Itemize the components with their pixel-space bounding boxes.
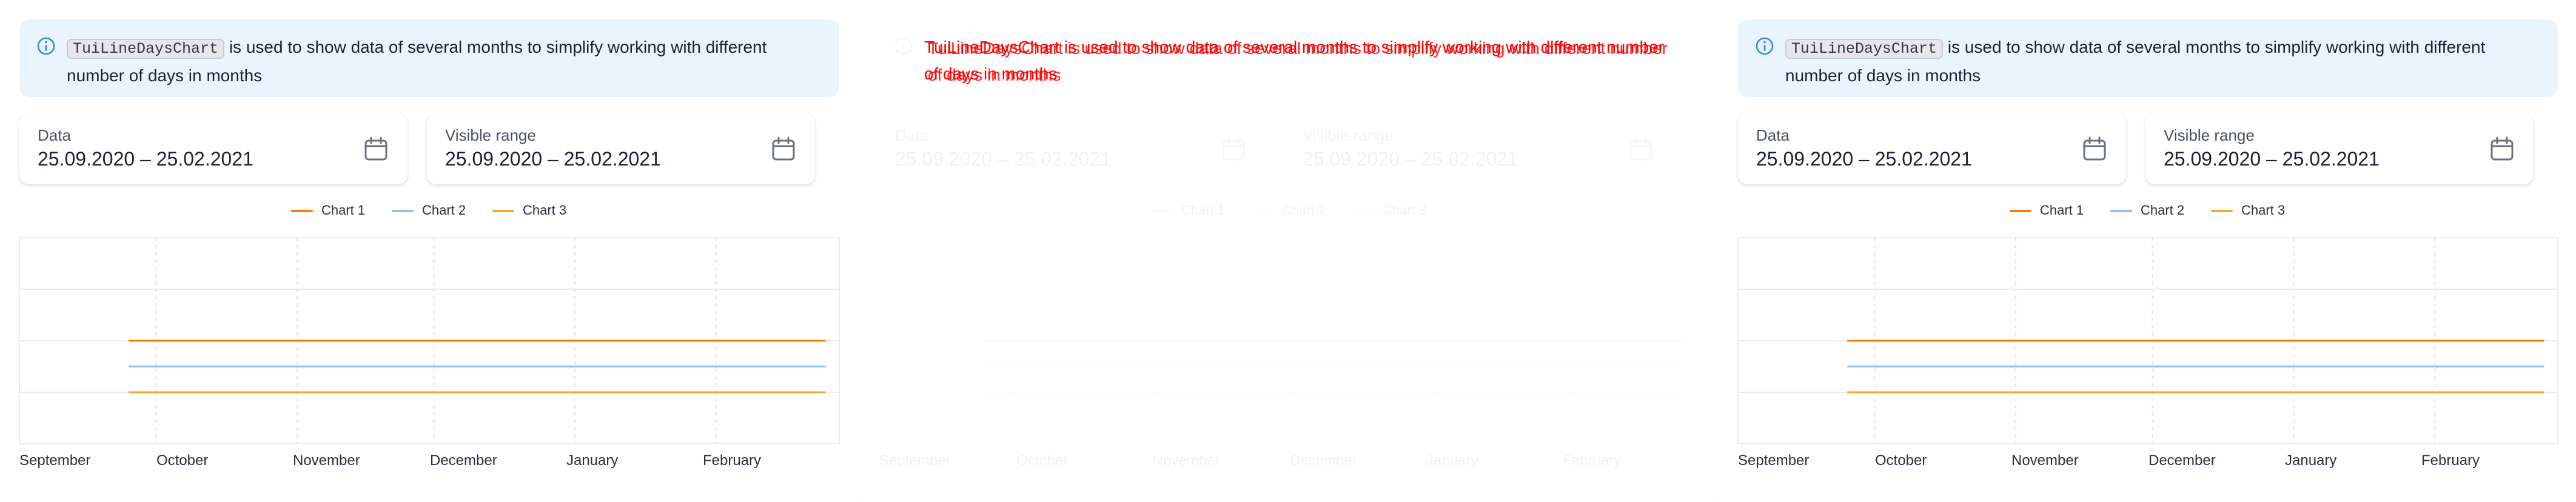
legend-label: Chart 3 — [1383, 202, 1427, 218]
legend-swatch — [1352, 210, 1374, 213]
x-tick-label: November — [1153, 452, 1220, 469]
demo-panel-right: TuiLineDaysChart is used to show data of… — [1719, 0, 2576, 502]
data-field-label: Data — [1756, 126, 1789, 144]
calendar-icon[interactable] — [363, 136, 389, 162]
info-notification: TuiLineDaysChart is used to show data of… — [877, 19, 1697, 97]
legend-label: Chart 3 — [2241, 202, 2286, 218]
range-field-value[interactable]: 25.09.2020 – 25.02.2021 — [1303, 148, 1518, 170]
x-tick-label: October — [156, 452, 209, 469]
calendar-icon[interactable] — [1220, 136, 1247, 162]
x-tick-label: October — [1016, 452, 1068, 469]
legend-swatch — [291, 210, 313, 213]
legend-swatch — [392, 210, 414, 213]
x-tick-label: December — [2148, 452, 2216, 469]
component-code-label: TuiLineDaysChart — [67, 39, 225, 59]
x-tick-label: February — [2421, 452, 2480, 469]
visible-range-field[interactable]: Visible range 25.09.2020 – 25.02.2021 — [2145, 114, 2534, 184]
legend-swatch — [1252, 210, 1273, 213]
x-tick-label: February — [703, 452, 762, 469]
calendar-icon[interactable] — [2081, 136, 2108, 162]
chart-legend: Chart 1 Chart 2 Chart 3 — [0, 202, 857, 221]
legend-label: Chart 3 — [523, 202, 567, 218]
range-field-value[interactable]: 25.09.2020 – 25.02.2021 — [2164, 148, 2380, 170]
data-field-value[interactable]: 25.09.2020 – 25.02.2021 — [895, 148, 1111, 170]
calendar-icon[interactable] — [770, 136, 797, 162]
line-days-chart[interactable] — [1737, 237, 2558, 444]
chart-svg — [876, 237, 1697, 444]
legend-item-chart-1[interactable]: Chart 1 — [1151, 202, 1225, 221]
legend-item-chart-3[interactable]: Chart 3 — [492, 202, 566, 221]
line-days-chart[interactable] — [876, 237, 1697, 444]
x-tick-label: September — [19, 452, 91, 469]
component-code-label: TuiLineDaysChart — [1785, 39, 1944, 59]
legend-swatch — [1151, 210, 1173, 213]
chart-legend: Chart 1 Chart 2 Chart 3 — [857, 202, 1719, 221]
x-tick-label: February — [1563, 452, 1622, 469]
legend-item-chart-3[interactable]: Chart 3 — [1352, 202, 1426, 221]
legend-item-chart-2[interactable]: Chart 2 — [1252, 202, 1326, 221]
chart-legend: Chart 1 Chart 2 Chart 3 — [1719, 202, 2576, 221]
chart-svg — [1737, 237, 2558, 444]
chart-svg — [19, 237, 840, 444]
legend-swatch — [492, 210, 514, 213]
component-code-label: TuiLineDaysChart — [928, 39, 1064, 58]
legend-label: Chart 1 — [2040, 202, 2084, 218]
demo-panel-left: TuiLineDaysChart is used to show data of… — [0, 0, 857, 502]
legend-label: Chart 1 — [321, 202, 366, 218]
legend-swatch — [2010, 210, 2031, 213]
legend-item-chart-1[interactable]: Chart 1 — [291, 202, 365, 221]
data-field-value[interactable]: 25.09.2020 – 25.02.2021 — [38, 148, 253, 170]
notification-text-overlay: TuiLineDaysChart is used to show data of… — [928, 35, 1676, 89]
x-tick-label: December — [430, 452, 497, 469]
x-tick-label: November — [2011, 452, 2079, 469]
visible-range-field[interactable]: Visible range 25.09.2020 – 25.02.2021 — [1284, 114, 1672, 184]
calendar-icon[interactable] — [1628, 136, 1654, 162]
range-field-label: Visible range — [1303, 126, 1394, 144]
legend-label: Chart 2 — [1282, 202, 1326, 218]
info-notification: TuiLineDaysChart is used to show data of… — [19, 19, 839, 97]
x-tick-label: January — [566, 452, 619, 469]
legend-swatch — [2211, 210, 2233, 213]
data-field-label: Data — [38, 126, 71, 144]
data-date-range-field[interactable]: Data 25.09.2020 – 25.02.2021 — [1738, 114, 2126, 184]
x-tick-label: September — [879, 452, 951, 469]
data-date-range-field[interactable]: Data 25.09.2020 – 25.02.2021 — [19, 114, 408, 184]
visible-range-field[interactable]: Visible range 25.09.2020 – 25.02.2021 — [427, 114, 815, 184]
range-field-label: Visible range — [445, 126, 536, 144]
info-icon — [894, 37, 913, 55]
x-tick-label: January — [2285, 452, 2337, 469]
data-date-range-field[interactable]: Data 25.09.2020 – 25.02.2021 — [877, 114, 1265, 184]
panel-edge — [857, 494, 1719, 502]
x-tick-label: November — [293, 452, 360, 469]
legend-item-chart-3[interactable]: Chart 3 — [2211, 202, 2285, 221]
notification-text: TuiLineDaysChart is used to show data of… — [67, 34, 815, 89]
demo-panel-middle: TuiLineDaysChart is used to show data of… — [857, 0, 1719, 502]
x-tick-label: September — [1738, 452, 1810, 469]
x-tick-label: October — [1875, 452, 1927, 469]
info-icon — [1756, 37, 1774, 55]
info-notification: TuiLineDaysChart is used to show data of… — [1738, 19, 2558, 97]
legend-label: Chart 2 — [422, 202, 466, 218]
info-icon — [37, 37, 55, 55]
legend-label: Chart 2 — [2141, 202, 2185, 218]
legend-item-chart-2[interactable]: Chart 2 — [392, 202, 466, 221]
data-field-value[interactable]: 25.09.2020 – 25.02.2021 — [1756, 148, 1972, 170]
calendar-icon[interactable] — [2489, 136, 2515, 162]
x-tick-label: January — [1426, 452, 1478, 469]
legend-swatch — [2110, 210, 2132, 213]
line-days-chart[interactable] — [19, 237, 840, 444]
data-field-label: Data — [895, 126, 928, 144]
legend-item-chart-2[interactable]: Chart 2 — [2110, 202, 2184, 221]
legend-label: Chart 1 — [1181, 202, 1226, 218]
range-field-label: Visible range — [2164, 126, 2255, 144]
notification-text: TuiLineDaysChart is used to show data of… — [1785, 34, 2534, 89]
range-field-value[interactable]: 25.09.2020 – 25.02.2021 — [445, 148, 661, 170]
x-tick-label: December — [1290, 452, 1357, 469]
legend-item-chart-1[interactable]: Chart 1 — [2010, 202, 2084, 221]
